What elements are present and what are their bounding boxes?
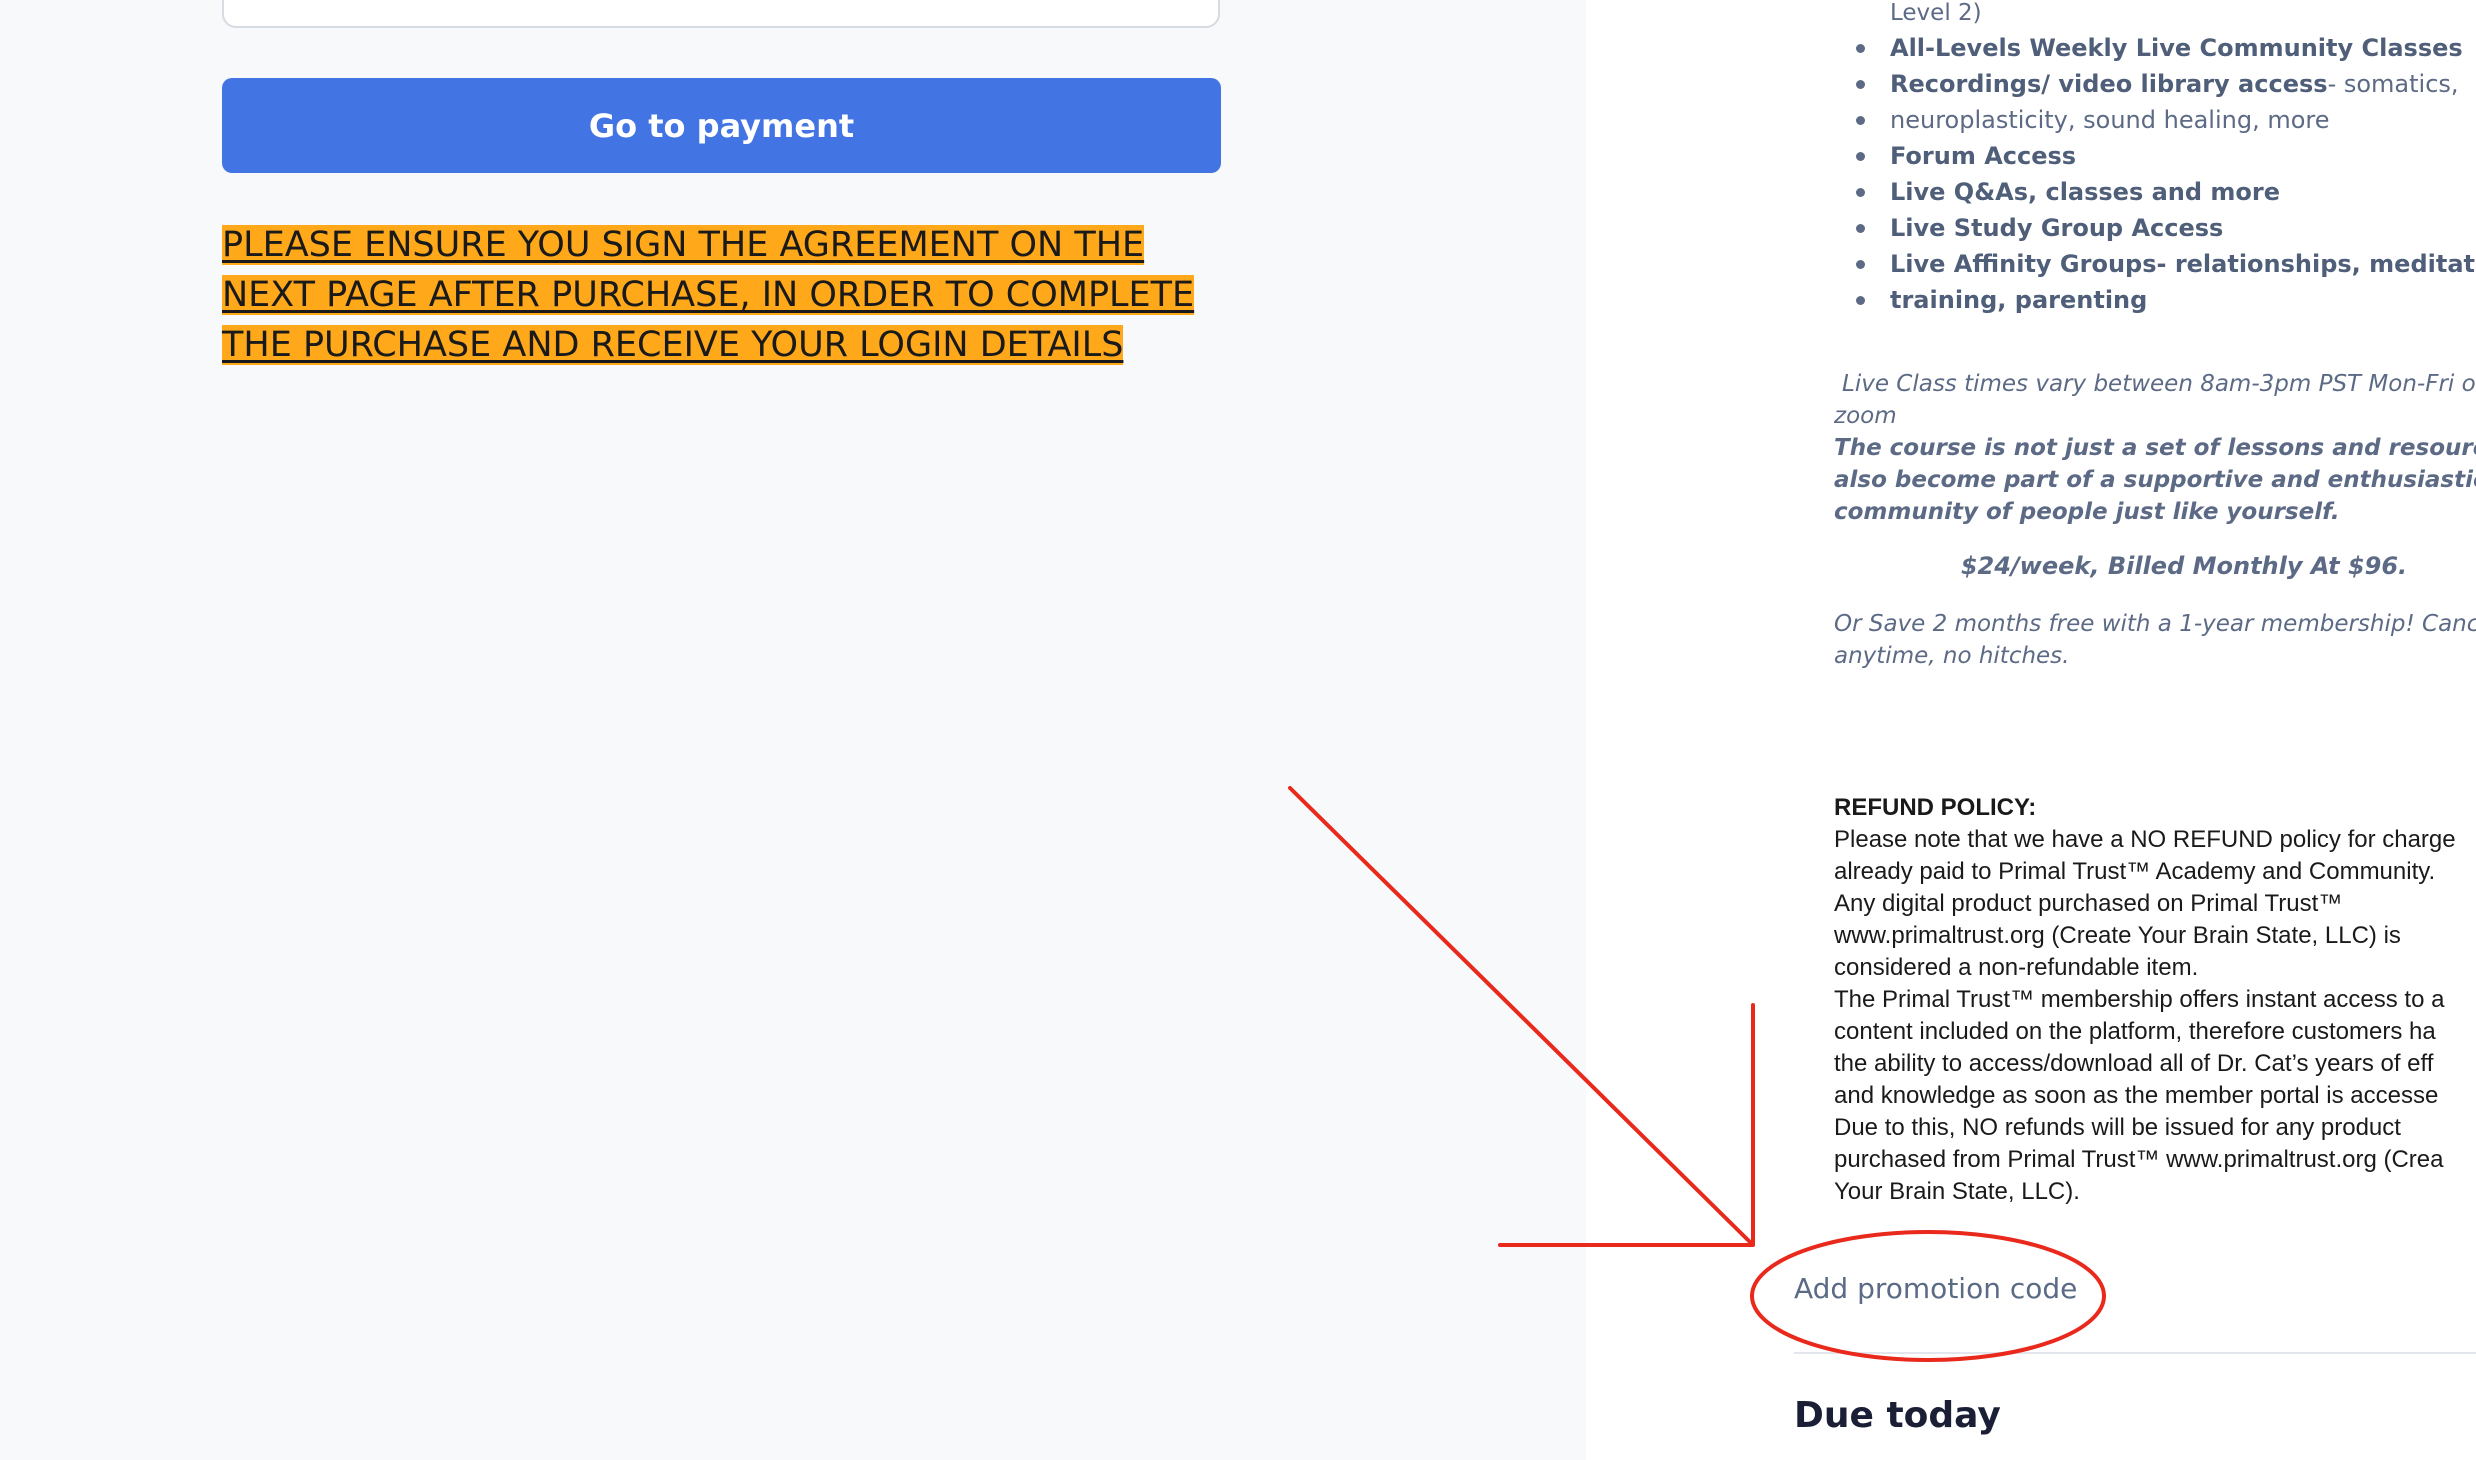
refund-line: considered a non-refundable item. [1834, 954, 2199, 981]
feature-item: Forum Access [1834, 138, 2476, 174]
add-promotion-code-link[interactable]: Add promotion code [1794, 1272, 2077, 1305]
go-to-payment-button[interactable]: Go to payment [222, 78, 1221, 173]
refund-line: the ability to access/download all of Dr… [1834, 1050, 2434, 1077]
feature-item: Live Affinity Groups- relationships, med… [1834, 246, 2476, 282]
refund-line: Your Brain State, LLC). [1834, 1178, 2080, 1205]
class-times-line: Live Class times vary between 8am-3pm PS… [1842, 371, 2476, 397]
refund-line: already paid to Primal Trust™ Academy an… [1834, 858, 2436, 885]
refund-line: Any digital product purchased on Primal … [1834, 890, 2343, 917]
refund-line: purchased from Primal Trust™ www.primalt… [1834, 1146, 2444, 1173]
refund-line: Due to this, NO refunds will be issued f… [1834, 1114, 2401, 1141]
refund-title: REFUND POLICY: [1834, 794, 2037, 821]
class-times-line: zoom [1834, 403, 1897, 429]
community-note-line: also become part of a supportive and ent… [1834, 467, 2476, 493]
feature-item-continuation: training, parenting [1834, 282, 2476, 318]
notice-line: PLEASE ENSURE YOU SIGN THE AGREEMENT ON … [222, 225, 1145, 265]
notice-line: NEXT PAGE AFTER PURCHASE, IN ORDER TO CO… [222, 275, 1195, 315]
refund-line: www.primaltrust.org (Create Your Brain S… [1834, 922, 2401, 949]
due-today-heading: Due today [1794, 1395, 2001, 1436]
refund-line: Please note that we have a NO REFUND pol… [1834, 826, 2456, 853]
community-note-line: The course is not just a set of lessons … [1834, 435, 2476, 461]
feature-item: All-Levels Weekly Live Community Classes [1834, 30, 2476, 66]
level-fragment: Level 2) [1890, 0, 1982, 26]
form-input-field[interactable] [222, 0, 1220, 28]
price-line: $24/week, Billed Monthly At $96. [1960, 552, 2408, 580]
save-note-line: Or Save 2 months free with a 1-year memb… [1834, 611, 2476, 637]
refund-line: and knowledge as soon as the member port… [1834, 1082, 2439, 1109]
feature-item: Live Q&As, classes and more [1834, 174, 2476, 210]
refund-line: The Primal Trust™ membership offers inst… [1834, 986, 2445, 1013]
save-note-line: anytime, no hitches. [1834, 643, 2070, 669]
feature-item: Recordings/ video library access- somati… [1834, 66, 2476, 102]
checkout-form-pane: Go to payment PLEASE ENSURE YOU SIGN THE… [0, 0, 1586, 1460]
refund-line: content included on the platform, theref… [1834, 1018, 2436, 1045]
feature-list: All-Levels Weekly Live Community Classes… [1834, 30, 2476, 318]
feature-item-continuation: neuroplasticity, sound healing, more [1834, 102, 2476, 138]
notice-line: THE PURCHASE AND RECEIVE YOUR LOGIN DETA… [222, 325, 1124, 365]
community-note-line: community of people just like yourself. [1834, 499, 2340, 525]
feature-item: Live Study Group Access [1834, 210, 2476, 246]
summary-divider [1794, 1352, 2476, 1354]
order-summary-pane: Level 2) All-Levels Weekly Live Communit… [1586, 0, 2476, 1460]
agreement-notice: PLEASE ENSURE YOU SIGN THE AGREEMENT ON … [222, 220, 1232, 370]
refund-policy: REFUND POLICY: Please note that we have … [1834, 792, 2476, 1208]
